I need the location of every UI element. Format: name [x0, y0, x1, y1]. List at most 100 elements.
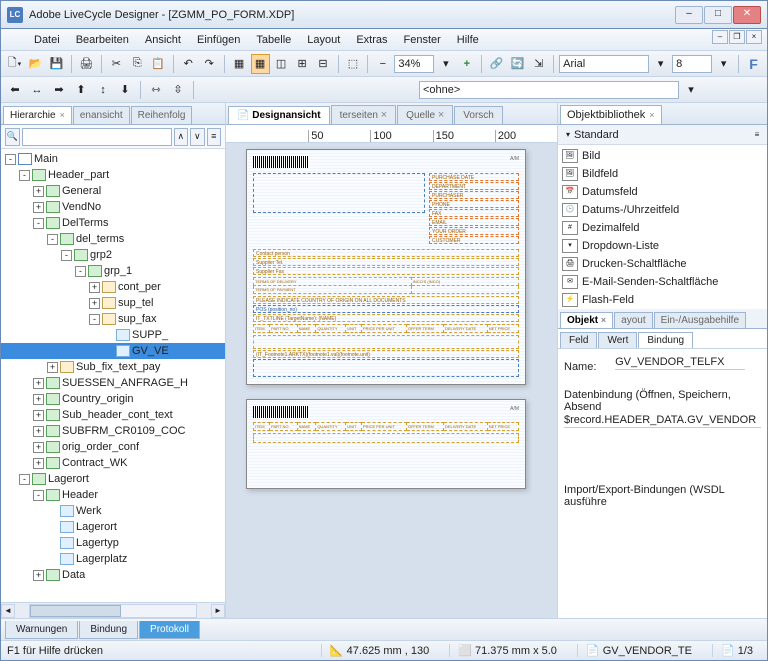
bottom-tab-bindung[interactable]: Bindung: [79, 621, 138, 639]
tree-node[interactable]: Lagerort: [1, 519, 225, 535]
expand-icon[interactable]: +: [33, 186, 44, 197]
library-item[interactable]: ✉E-Mail-Senden-Schaltfläche: [560, 273, 765, 291]
font-size-input[interactable]: [672, 55, 712, 73]
grid-button[interactable]: ▦: [230, 54, 249, 74]
align-right-button[interactable]: ➡: [49, 80, 69, 100]
expand-icon[interactable]: [47, 522, 58, 533]
tab-order-button[interactable]: ⬚: [343, 54, 362, 74]
tree-node[interactable]: +orig_order_conf: [1, 439, 225, 455]
form-field[interactable]: Supplier Tel.: [253, 258, 519, 266]
tree-node[interactable]: -Lagerort: [1, 471, 225, 487]
tree-node[interactable]: +General: [1, 183, 225, 199]
prop-binding-value[interactable]: $record.HEADER_DATA.GV_VENDOR: [564, 413, 761, 428]
expand-icon[interactable]: -: [61, 250, 72, 261]
tree-node[interactable]: -Header_part: [1, 167, 225, 183]
refresh-button[interactable]: 🔄: [508, 54, 527, 74]
align-left-button[interactable]: ⬅: [5, 80, 25, 100]
print-button[interactable]: 🖨: [77, 54, 96, 74]
tree-node[interactable]: GV_VE: [1, 343, 225, 359]
sub-tab-bindung[interactable]: Bindung: [638, 332, 693, 348]
align-top-button[interactable]: ⬆: [71, 80, 91, 100]
library-item[interactable]: 🖨Drucken-Schaltfläche: [560, 255, 765, 273]
design-canvas[interactable]: A/M PURCHASE DATEDEPARTMENTPURCHASERPHON…: [226, 143, 557, 618]
menu-hilfe[interactable]: Hilfe: [450, 31, 486, 49]
copy-button[interactable]: ⎘: [128, 54, 147, 74]
redo-button[interactable]: ↷: [200, 54, 219, 74]
search-icon[interactable]: 🔍: [5, 128, 20, 146]
library-menu-button[interactable]: ≡: [751, 130, 763, 139]
tree-node[interactable]: SUPP_: [1, 327, 225, 343]
form-field[interactable]: FAX: [429, 209, 519, 217]
bold-button[interactable]: F: [744, 54, 763, 74]
bottom-tab-protokoll[interactable]: Protokoll: [139, 621, 200, 639]
search-prev-button[interactable]: ∧: [174, 128, 189, 146]
search-next-button[interactable]: ∨: [190, 128, 205, 146]
tree-node[interactable]: +cont_per: [1, 279, 225, 295]
tree-node[interactable]: +SUBFRM_CR0109_COC: [1, 423, 225, 439]
form-field[interactable]: EMAIL: [429, 218, 519, 226]
menu-extras[interactable]: Extras: [349, 31, 394, 49]
view-tab-designansicht[interactable]: 📄 Designansicht: [228, 106, 330, 124]
new-button[interactable]: 🗋▾: [5, 54, 24, 74]
tree-node[interactable]: -Main: [1, 151, 225, 167]
scroll-thumb[interactable]: [30, 605, 121, 617]
view-tab-quelle[interactable]: Quelle ×: [397, 105, 453, 124]
menu-fenster[interactable]: Fenster: [397, 31, 448, 49]
form-field[interactable]: DEPARTMENT: [429, 182, 519, 190]
tree-node[interactable]: -grp_1: [1, 263, 225, 279]
object-library[interactable]: 🖼Bild🖼Bildfeld📅Datumsfeld🕒Datums-/Uhrzei…: [558, 145, 767, 309]
align-middle-button[interactable]: ↕: [93, 80, 113, 100]
undo-button[interactable]: ↶: [179, 54, 198, 74]
form-field[interactable]: Contact person: [253, 249, 519, 257]
zoom-input[interactable]: [394, 55, 434, 73]
tree-node[interactable]: Lagerplatz: [1, 551, 225, 567]
expand-icon[interactable]: +: [33, 394, 44, 405]
zoom-in-button[interactable]: +: [457, 54, 476, 74]
sub-tab-feld[interactable]: Feld: [560, 332, 597, 348]
tree-node[interactable]: +SUESSEN_ANFRAGE_H: [1, 375, 225, 391]
expand-icon[interactable]: +: [33, 570, 44, 581]
expand-icon[interactable]: +: [89, 298, 100, 309]
save-button[interactable]: 💾: [47, 54, 66, 74]
expand-icon[interactable]: +: [47, 362, 58, 373]
font-select[interactable]: [559, 55, 649, 73]
expand-icon[interactable]: -: [19, 170, 30, 181]
maximize-button[interactable]: □: [704, 6, 732, 24]
zoom-dropdown[interactable]: ▾: [436, 54, 455, 74]
tree-node[interactable]: +VendNo: [1, 199, 225, 215]
tab-objektbibliothek[interactable]: Objektbibliothek×: [560, 105, 662, 124]
expand-icon[interactable]: +: [33, 202, 44, 213]
expand-icon[interactable]: [47, 538, 58, 549]
expand-icon[interactable]: -: [19, 474, 30, 485]
hierarchy-tree[interactable]: -Main-Header_part+General+VendNo-DelTerm…: [1, 149, 225, 602]
mdi-close-button[interactable]: ×: [746, 30, 762, 44]
library-category-header[interactable]: ▾ Standard ≡: [558, 125, 767, 145]
mdi-restore-button[interactable]: ❐: [729, 30, 745, 44]
expand-icon[interactable]: +: [89, 282, 100, 293]
tab-reihenfolg[interactable]: Reihenfolg: [131, 106, 193, 124]
bottom-tab-warnungen[interactable]: Warnungen: [5, 621, 78, 639]
menu-datei[interactable]: Datei: [27, 31, 67, 49]
link-button[interactable]: 🔗: [487, 54, 506, 74]
library-item[interactable]: 🖼Bild: [560, 147, 765, 165]
panel-tab-ein-/ausgabehilfe[interactable]: Ein-/Ausgabehilfe: [654, 312, 746, 328]
expand-icon[interactable]: -: [75, 266, 86, 277]
expand-icon[interactable]: -: [33, 490, 44, 501]
tree-node[interactable]: -grp2: [1, 247, 225, 263]
tab-enansicht[interactable]: enansicht: [73, 106, 130, 124]
tree-node[interactable]: -del_terms: [1, 231, 225, 247]
scroll-right-button[interactable]: ►: [211, 604, 225, 618]
tree-node[interactable]: -DelTerms: [1, 215, 225, 231]
expand-icon[interactable]: +: [33, 378, 44, 389]
panel-tab-ayout[interactable]: ayout: [614, 312, 652, 328]
form-page-1[interactable]: A/M PURCHASE DATEDEPARTMENTPURCHASERPHON…: [246, 149, 526, 385]
align-bottom-button[interactable]: ⬇: [115, 80, 135, 100]
panel-tab-objekt[interactable]: Objekt ×: [560, 312, 613, 328]
form-field[interactable]: CUSTOMER: [429, 236, 519, 244]
form-field[interactable]: PURCHASE DATE: [429, 173, 519, 181]
expand-icon[interactable]: +: [33, 442, 44, 453]
tree-node[interactable]: +Sub_fix_text_pay: [1, 359, 225, 375]
menu-einfügen[interactable]: Einfügen: [190, 31, 247, 49]
font-size-dropdown[interactable]: ▾: [714, 54, 733, 74]
library-item[interactable]: 🖼Bildfeld: [560, 165, 765, 183]
